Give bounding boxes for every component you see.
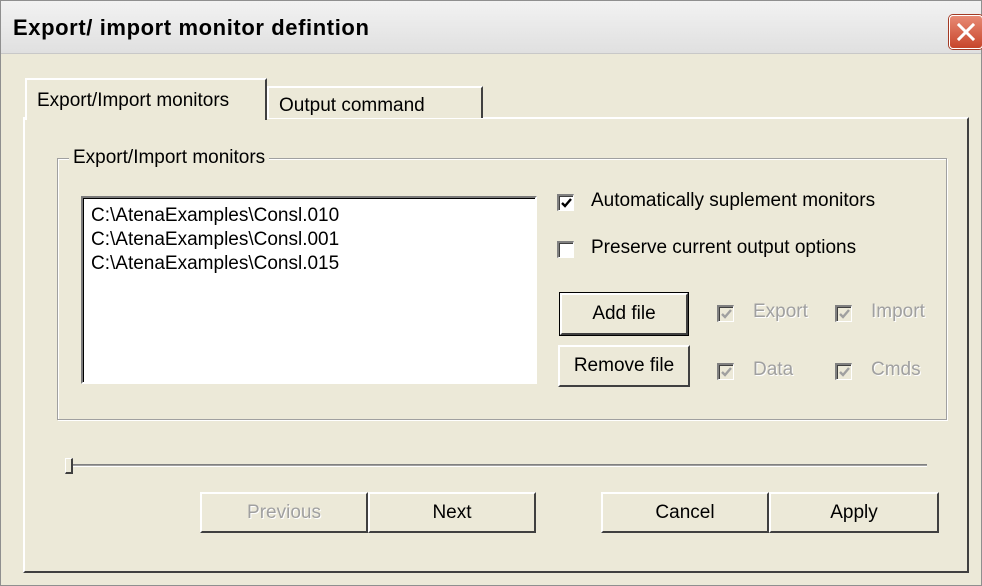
cancel-button[interactable]: Cancel [601,492,769,533]
tab-export-import-monitors[interactable]: Export/Import monitors [25,78,267,120]
groupbox-label: Export/Import monitors [69,147,270,169]
monitor-file-list[interactable]: C:\AtenaExamples\Consl.010 C:\AtenaExamp… [81,196,537,384]
window-title: Export/ import monitor defintion [13,15,370,40]
apply-label: Apply [830,502,878,523]
title-bar[interactable]: Export/ import monitor defintion [1,1,982,54]
cmds-flag-checkbox [835,363,852,380]
auto-supplement-label: Automatically suplement monitors [591,190,876,211]
remove-file-label: Remove file [573,355,675,376]
tab-label: Export/Import monitors [37,90,230,111]
tab-output-command[interactable]: Output command [267,86,483,118]
add-file-label: Add file [592,303,656,324]
add-file-button[interactable]: Add file [560,293,688,335]
checkmark-icon [839,309,850,319]
next-button[interactable]: Next [368,492,536,533]
close-button[interactable] [949,15,982,49]
export-flag-label: Export [753,301,808,322]
data-flag-label: Data [753,359,794,380]
checkmark-icon [839,367,850,377]
import-flag-label: Import [871,301,925,322]
data-flag-checkbox [717,363,734,380]
previous-button: Previous [200,492,368,533]
list-item[interactable]: C:\AtenaExamples\Consl.010 [91,204,535,228]
export-flag-checkbox [717,305,734,322]
list-item[interactable]: C:\AtenaExamples\Consl.015 [91,252,535,276]
cmds-flag-label: Cmds [871,359,921,380]
next-label: Next [432,502,472,523]
checkmark-icon [721,309,732,319]
apply-button[interactable]: Apply [769,492,939,533]
preserve-output-label: Preserve current output options [591,237,857,258]
previous-label: Previous [247,502,321,523]
cancel-label: Cancel [655,502,715,523]
dialog-window: Export/ import monitor defintion Export/… [0,0,982,586]
list-item[interactable]: C:\AtenaExamples\Consl.001 [91,228,535,252]
checkmark-icon [561,198,572,208]
close-icon [956,22,976,42]
slider-thumb[interactable] [65,458,73,474]
import-flag-checkbox [835,305,852,322]
preserve-output-checkbox[interactable] [557,241,574,258]
tab-label: Output command [279,95,425,116]
checkmark-icon [721,367,732,377]
auto-supplement-checkbox[interactable] [557,194,574,211]
slider-track[interactable] [67,464,927,467]
remove-file-button[interactable]: Remove file [558,345,690,387]
